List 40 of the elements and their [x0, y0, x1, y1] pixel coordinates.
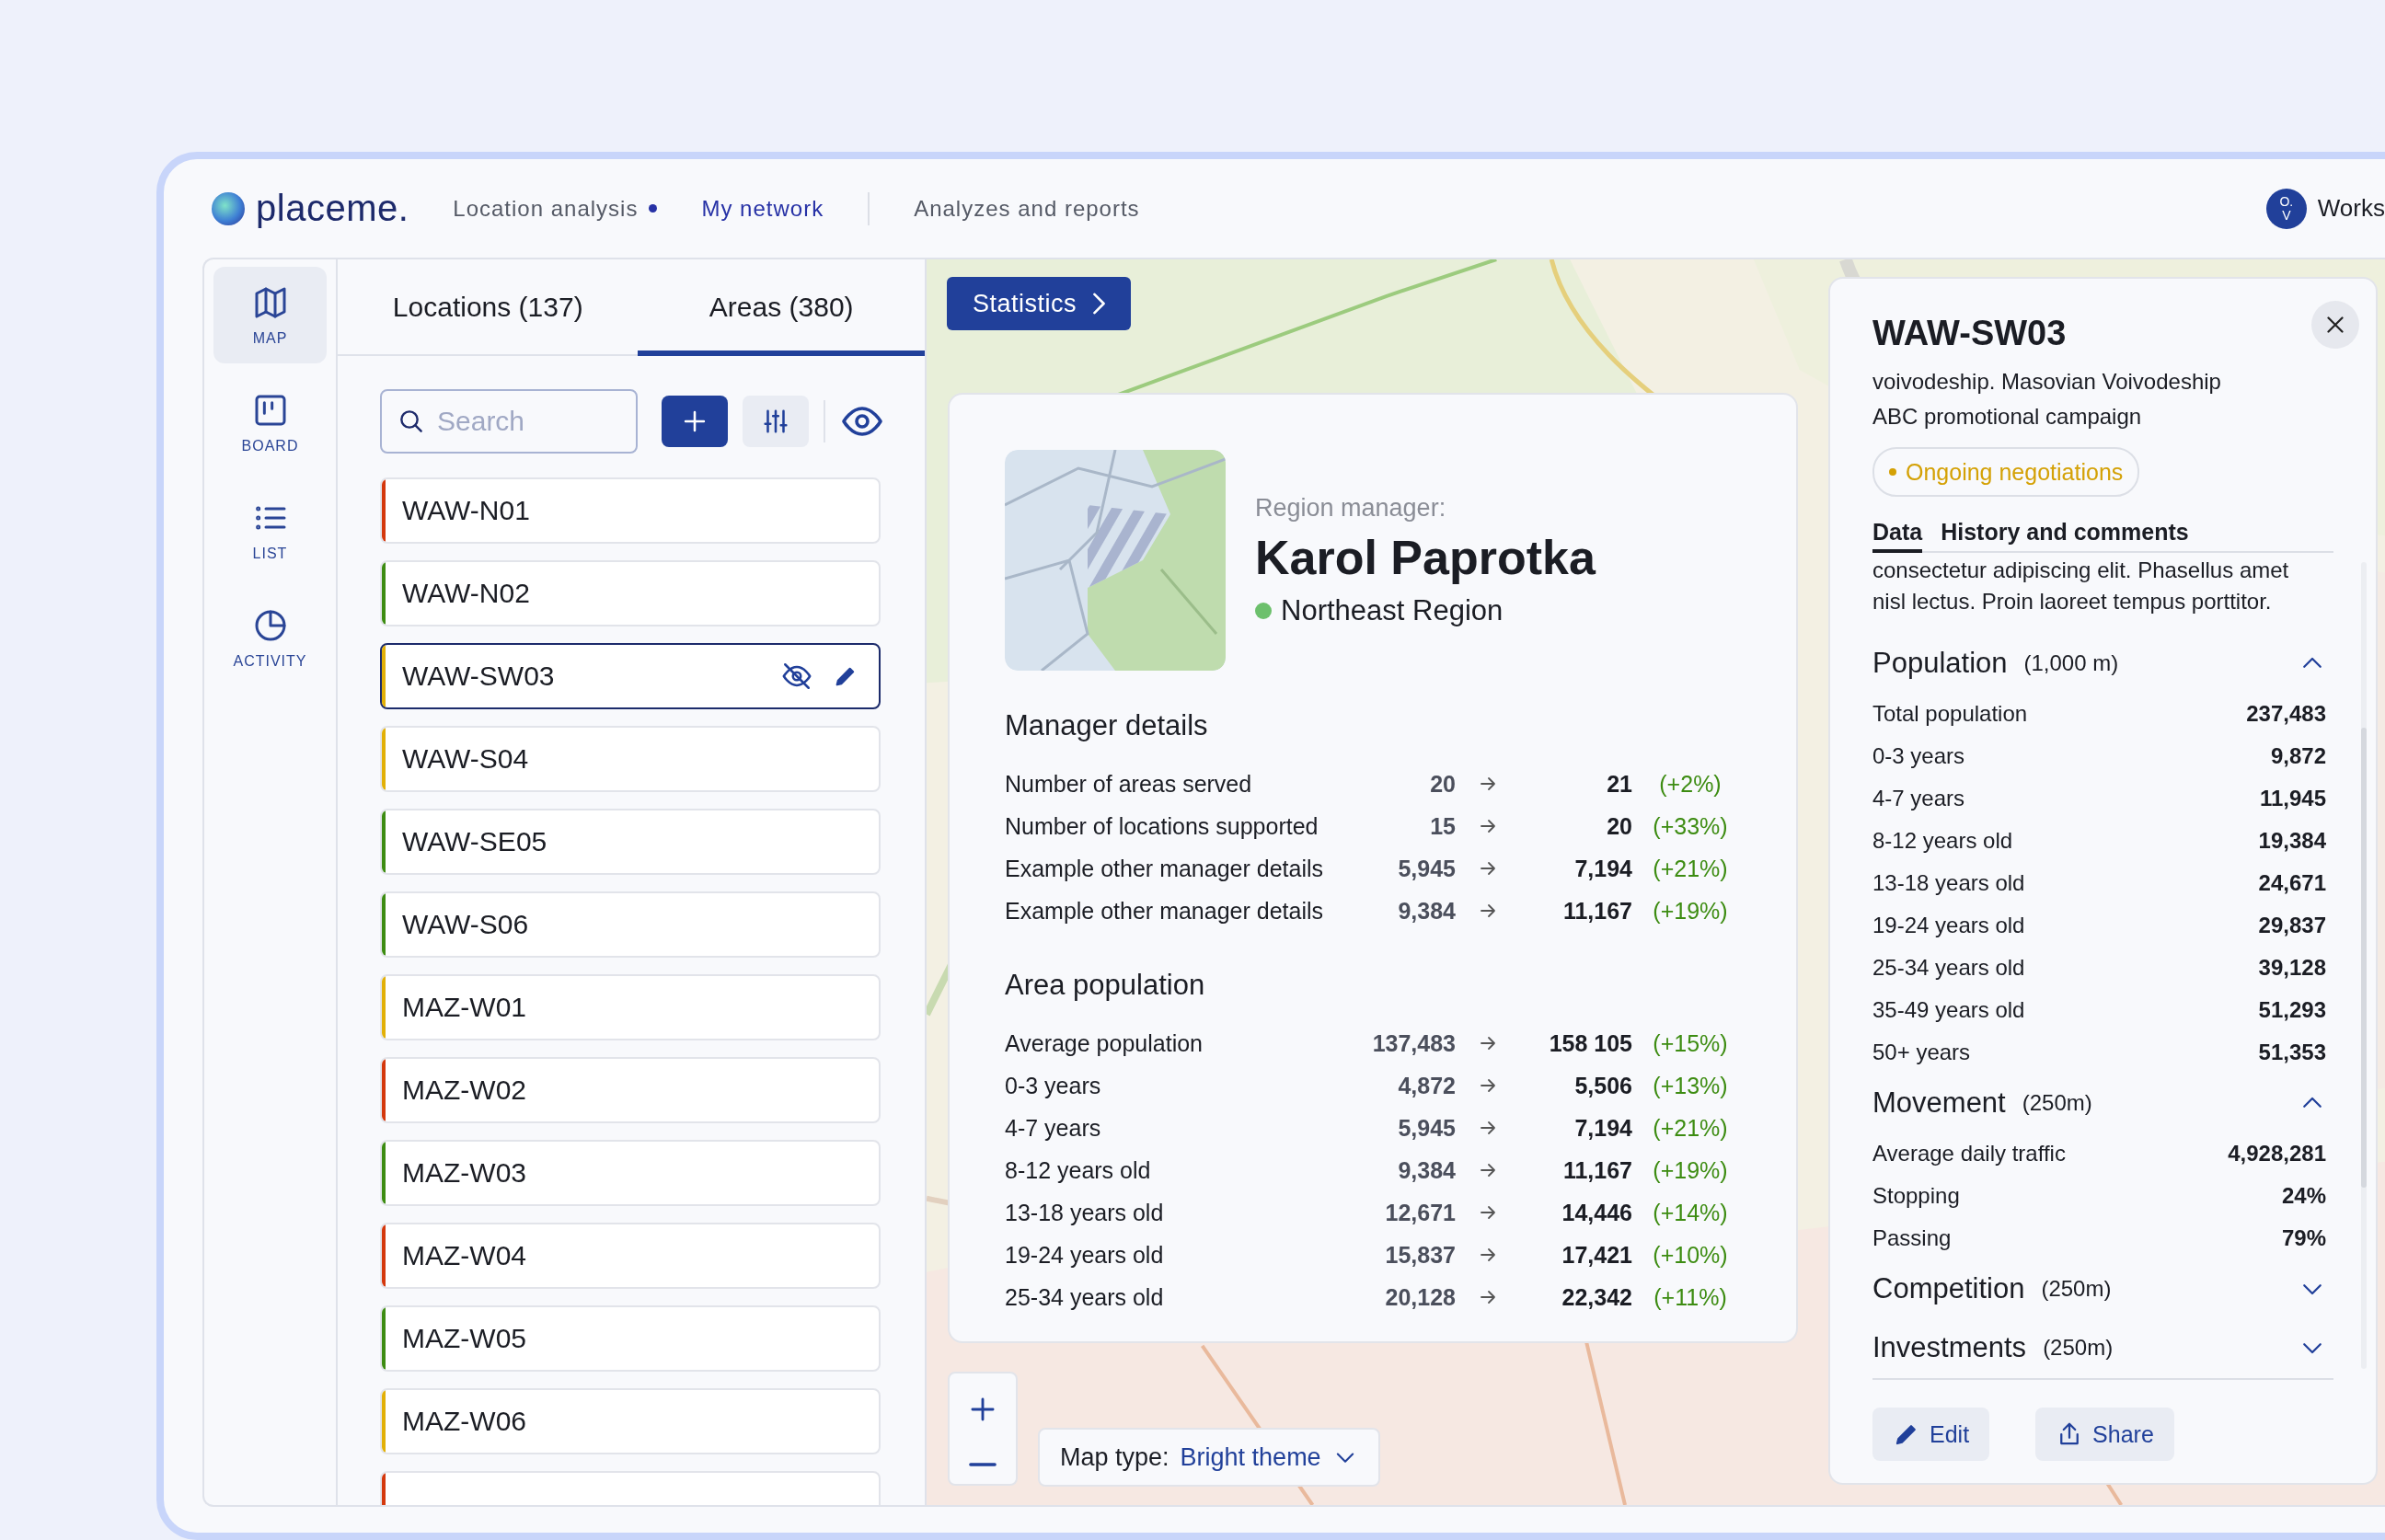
area-name: MAZ-W02	[402, 1075, 526, 1105]
area-name: WAW-N02	[402, 578, 530, 608]
sidebar-item[interactable]: MAP	[213, 267, 327, 363]
eye-off-icon	[781, 661, 812, 692]
workspace-label[interactable]: Works	[2317, 194, 2385, 223]
area-item[interactable]: MAZ-W04	[380, 1223, 881, 1289]
nav-link[interactable]: Location analysis	[453, 195, 658, 222]
add-button[interactable]	[662, 396, 728, 447]
area-name: MAZ-W04	[402, 1240, 526, 1270]
area-item[interactable]: MAZ-W05	[380, 1305, 881, 1372]
area-item[interactable]: MAZ-W02	[380, 1057, 881, 1123]
area-item[interactable]: WAW-S04	[380, 726, 881, 792]
filter-button[interactable]	[743, 396, 809, 447]
area-item[interactable]: WAW-S06	[380, 891, 881, 958]
area-item[interactable]: WAW-SE05	[380, 809, 881, 875]
area-name: WAW-SW03	[402, 661, 555, 691]
area-name: WAW-SE05	[402, 826, 547, 856]
area-name: MAZ-W01	[402, 992, 526, 1022]
nav-link[interactable]: Analyzes and reports	[914, 195, 1140, 222]
sidebar-item[interactable]: ACTIVITY	[213, 590, 327, 686]
logo-icon	[212, 191, 245, 225]
nav-link[interactable]: My network	[701, 195, 824, 222]
area-name: WAW-S04	[402, 743, 529, 774]
area-item[interactable]: MAZ-W06	[380, 1388, 881, 1454]
area-name: WAW-N01	[402, 495, 530, 525]
area-item[interactable]: WAW-N01	[380, 477, 881, 544]
area-item[interactable]: MAZ-W01	[380, 974, 881, 1040]
sidebar-item[interactable]: BOARD	[213, 374, 327, 471]
tab[interactable]: Locations (137)	[338, 259, 639, 356]
area-item[interactable]: MAZ-W03	[380, 1140, 881, 1206]
area-item[interactable]: WAW-N02	[380, 560, 881, 626]
area-name: MAZ-W05	[402, 1323, 526, 1353]
logo-text[interactable]: placeme.	[256, 188, 409, 229]
sidebar-item[interactable]: LIST	[213, 482, 327, 579]
area-name: MAZ-W06	[402, 1406, 526, 1436]
area-name: WAW-S06	[402, 909, 529, 939]
avatar[interactable]: O. V	[2265, 188, 2307, 229]
search-field[interactable]: Search	[380, 389, 638, 454]
area-item[interactable]: WAW-SW03	[380, 643, 881, 709]
area-name: MAZ-W03	[402, 1157, 526, 1188]
